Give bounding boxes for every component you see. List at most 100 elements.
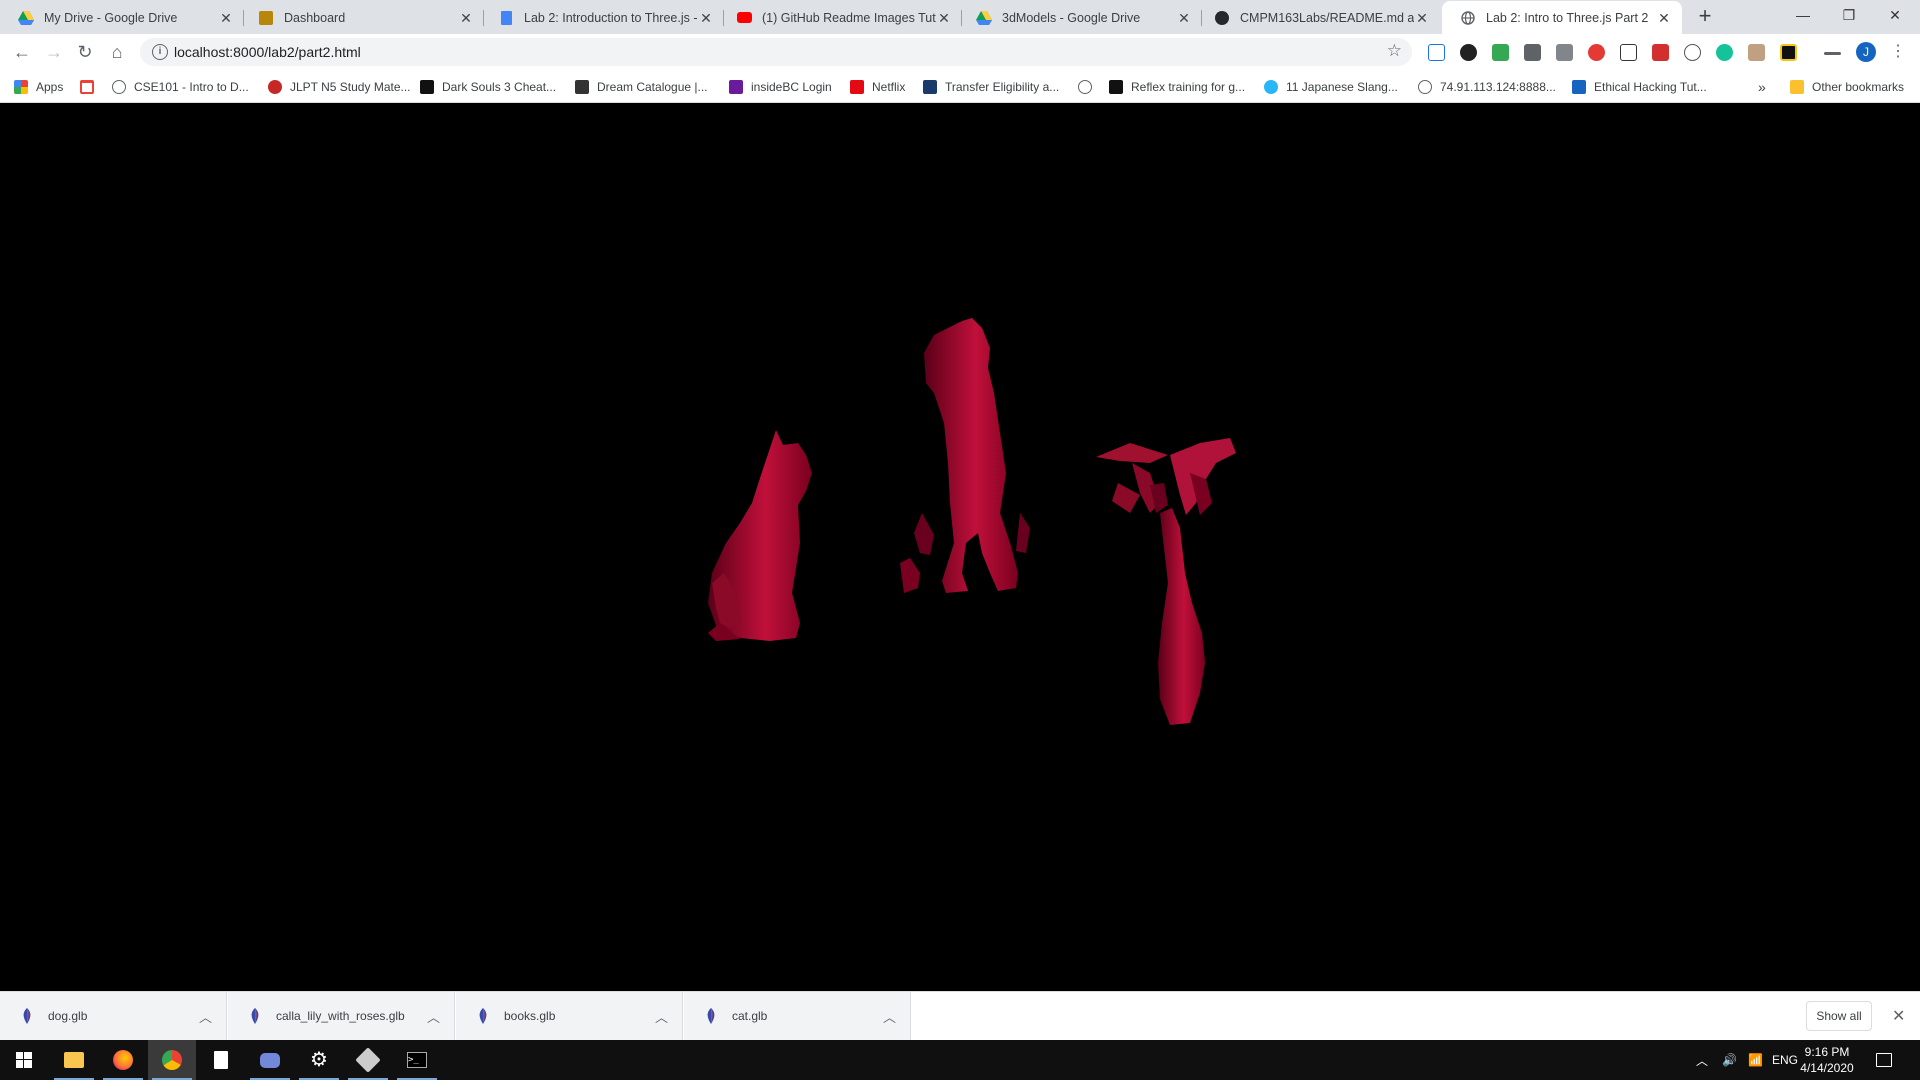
volume-icon[interactable]: 🔊 bbox=[1722, 1040, 1737, 1080]
extension-icon[interactable] bbox=[1780, 44, 1797, 61]
bookmark-dark-souls[interactable]: Dark Souls 3 Cheat... bbox=[420, 78, 556, 96]
windows-start-icon[interactable] bbox=[0, 1040, 48, 1080]
close-icon[interactable]: ✕ bbox=[1176, 10, 1192, 26]
bookmark-insidebc[interactable]: insideBC Login bbox=[729, 78, 832, 96]
youtube-icon bbox=[736, 10, 752, 26]
back-button[interactable]: ← bbox=[10, 40, 34, 64]
address-bar[interactable]: i localhost:8000/lab2/part2.html ☆ bbox=[140, 38, 1412, 66]
dashboard-icon bbox=[258, 10, 274, 26]
chevron-up-icon[interactable]: ︿ bbox=[883, 1007, 896, 1026]
bookmark-jlpt[interactable]: JLPT N5 Study Mate... bbox=[268, 78, 411, 96]
clock[interactable]: 9:16 PM 4/14/2020 bbox=[1792, 1044, 1862, 1076]
bookmark-dream-catalogue[interactable]: Dream Catalogue |... bbox=[575, 78, 708, 96]
terminal-icon[interactable]: >_ bbox=[393, 1040, 441, 1080]
bookmark-cse101[interactable]: CSE101 - Intro to D... bbox=[112, 78, 249, 96]
transfer-icon bbox=[923, 80, 937, 94]
chevron-up-icon[interactable]: ︿ bbox=[427, 1007, 440, 1026]
site-info-icon[interactable]: i bbox=[152, 44, 168, 60]
tab-youtube[interactable]: (1) GitHub Readme Images Tutor ✕ bbox=[718, 1, 962, 34]
chevron-up-icon[interactable]: ︿ bbox=[655, 1007, 668, 1026]
notifications-icon[interactable] bbox=[1876, 1040, 1892, 1080]
netflix-icon bbox=[850, 80, 864, 94]
tab-my-drive[interactable]: My Drive - Google Drive ✕ bbox=[0, 1, 244, 34]
bookmark-netflix[interactable]: Netflix bbox=[850, 78, 905, 96]
grammarly-icon[interactable] bbox=[1716, 44, 1733, 61]
restore-button[interactable]: ❐ bbox=[1826, 0, 1872, 30]
download-item[interactable]: calla_lily_with_roses.glb ︿ bbox=[228, 992, 455, 1040]
settings-icon[interactable]: ⚙ bbox=[295, 1040, 343, 1080]
extension-icon[interactable] bbox=[1684, 44, 1701, 61]
download-filename: dog.glb bbox=[48, 1009, 88, 1023]
dream-catalogue-icon bbox=[575, 80, 589, 94]
extension-icon[interactable] bbox=[1556, 44, 1573, 61]
globe-icon bbox=[1418, 80, 1432, 94]
download-shelf: dog.glb ︿ calla_lily_with_roses.glb ︿ bo… bbox=[0, 991, 1920, 1040]
bookmark-reflex[interactable]: Reflex training for g... bbox=[1109, 78, 1245, 96]
file-explorer-icon[interactable] bbox=[50, 1040, 98, 1080]
github-icon bbox=[1214, 10, 1230, 26]
bookmark-label: Dark Souls 3 Cheat... bbox=[442, 80, 557, 94]
close-icon[interactable]: ✕ bbox=[936, 10, 952, 26]
extension-icon[interactable] bbox=[1524, 44, 1541, 61]
close-icon[interactable]: ✕ bbox=[1656, 10, 1672, 26]
bookmark-label: insideBC Login bbox=[751, 80, 832, 94]
close-icon[interactable]: ✕ bbox=[218, 10, 234, 26]
tab-title: Lab 2: Introduction to Three.js - G bbox=[524, 10, 698, 25]
close-icon[interactable]: ✕ bbox=[1414, 10, 1430, 26]
chrome-icon[interactable] bbox=[148, 1040, 196, 1080]
tab-github[interactable]: CMPM163Labs/README.md at m ✕ bbox=[1196, 1, 1440, 34]
close-icon[interactable]: ✕ bbox=[1892, 1006, 1905, 1026]
bookmark-ip[interactable]: 74.91.113.124:8888... bbox=[1418, 78, 1556, 96]
bookmark-transfer[interactable]: Transfer Eligibility a... bbox=[923, 78, 1059, 96]
reload-button[interactable]: ↻ bbox=[73, 40, 97, 64]
extension-icon[interactable] bbox=[1748, 44, 1765, 61]
extension-icon[interactable] bbox=[1652, 44, 1669, 61]
extension-icon[interactable] bbox=[1428, 44, 1445, 61]
network-icon[interactable]: 📶 bbox=[1748, 1040, 1763, 1080]
profile-avatar[interactable]: J bbox=[1856, 42, 1876, 62]
bookmark-apps[interactable]: Apps bbox=[14, 78, 63, 96]
tab-lab2-doc[interactable]: Lab 2: Introduction to Three.js - G ✕ bbox=[480, 1, 724, 34]
bookmark-slang[interactable]: 11 Japanese Slang... bbox=[1264, 78, 1398, 96]
forward-button[interactable]: → bbox=[42, 40, 66, 64]
unity-icon[interactable] bbox=[344, 1040, 392, 1080]
download-item[interactable]: cat.glb ︿ bbox=[684, 992, 911, 1040]
download-item[interactable]: dog.glb ︿ bbox=[0, 992, 227, 1040]
bookmark-hacking[interactable]: Ethical Hacking Tut... bbox=[1572, 78, 1707, 96]
close-icon[interactable]: ✕ bbox=[698, 10, 714, 26]
tab-strip: My Drive - Google Drive ✕ Dashboard ✕ La… bbox=[0, 0, 1920, 34]
firefox-icon[interactable] bbox=[99, 1040, 147, 1080]
tab-3dmodels-drive[interactable]: 3dModels - Google Drive ✕ bbox=[958, 1, 1202, 34]
other-bookmarks[interactable]: Other bookmarks bbox=[1790, 78, 1904, 96]
chevron-up-icon[interactable]: ︿ bbox=[199, 1007, 212, 1026]
extension-icon[interactable] bbox=[1492, 44, 1509, 61]
close-window-button[interactable]: ✕ bbox=[1872, 0, 1918, 30]
show-all-button[interactable]: Show all bbox=[1806, 1001, 1872, 1031]
globe-icon bbox=[1460, 10, 1476, 26]
menu-icon[interactable]: ⋮ bbox=[1886, 40, 1910, 64]
extension-icon[interactable] bbox=[1620, 44, 1637, 61]
file-icon bbox=[248, 1008, 262, 1024]
close-icon[interactable]: ✕ bbox=[458, 10, 474, 26]
download-filename: cat.glb bbox=[732, 1009, 768, 1023]
dark-mode-icon[interactable] bbox=[1460, 44, 1477, 61]
media-control-icon[interactable] bbox=[1824, 52, 1841, 55]
notepad-icon[interactable] bbox=[197, 1040, 245, 1080]
adblock-icon[interactable] bbox=[1588, 44, 1605, 61]
minimize-button[interactable]: — bbox=[1780, 0, 1826, 30]
google-drive-icon bbox=[18, 10, 34, 26]
threejs-canvas[interactable] bbox=[0, 103, 1920, 991]
tab-dashboard[interactable]: Dashboard ✕ bbox=[240, 1, 484, 34]
home-button[interactable]: ⌂ bbox=[105, 40, 129, 64]
bookmark-label: 11 Japanese Slang... bbox=[1286, 80, 1398, 94]
bookmarks-overflow-button[interactable]: » bbox=[1758, 78, 1766, 96]
show-hidden-icons-button[interactable]: ︿ bbox=[1696, 1040, 1708, 1080]
bookmark-star-icon[interactable]: ☆ bbox=[1387, 41, 1402, 61]
bookmark-gmail[interactable] bbox=[80, 78, 102, 96]
tab-threejs-part2[interactable]: Lab 2: Intro to Three.js Part 2 ✕ bbox=[1442, 1, 1682, 34]
bookmark-label: Netflix bbox=[872, 80, 906, 94]
bookmark-globe[interactable] bbox=[1078, 78, 1100, 96]
discord-icon[interactable] bbox=[246, 1040, 294, 1080]
new-tab-button[interactable]: + bbox=[1693, 5, 1717, 29]
download-item[interactable]: books.glb ︿ bbox=[456, 992, 683, 1040]
